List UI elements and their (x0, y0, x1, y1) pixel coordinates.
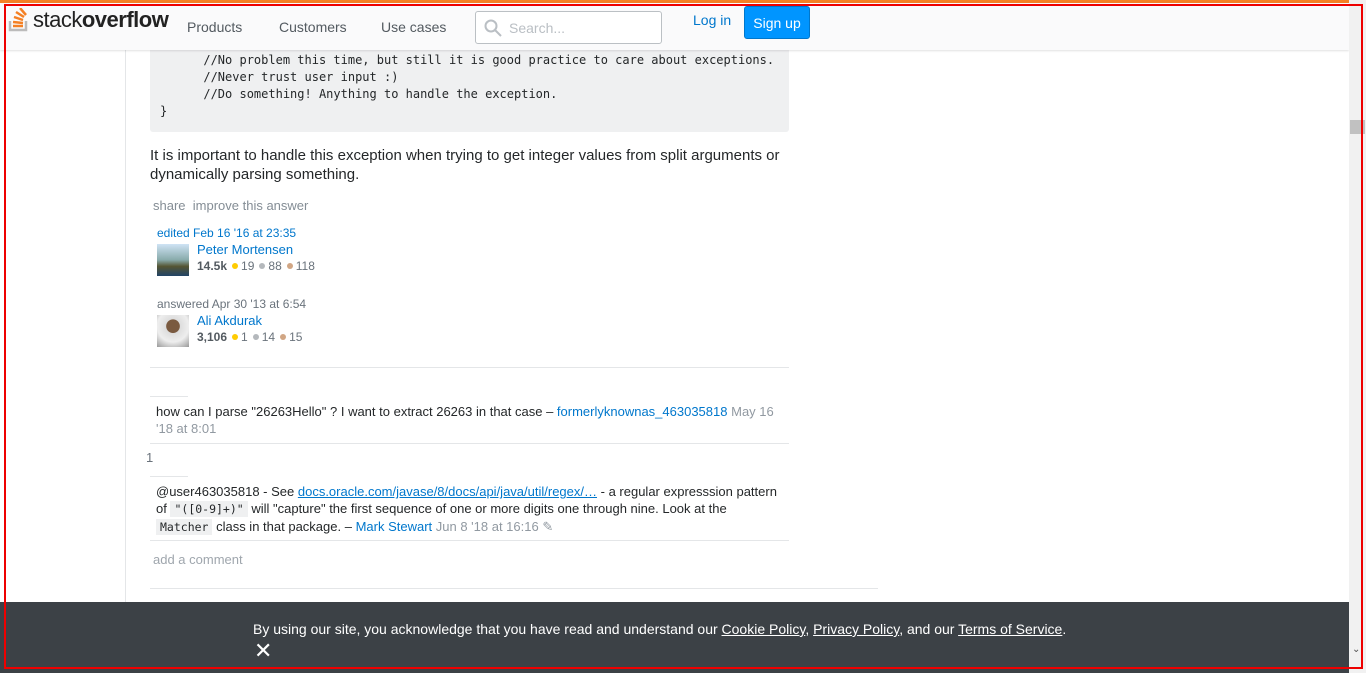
logo-text: stackoverflow (33, 7, 169, 33)
share-link[interactable]: share (153, 198, 186, 213)
avatar[interactable] (157, 315, 189, 347)
edited-timestamp[interactable]: edited Feb 16 '16 at 23:35 (157, 226, 296, 240)
privacy-policy-link[interactable]: Privacy Policy (813, 621, 899, 637)
editor-signature: edited Feb 16 '16 at 23:35 Peter Mortens… (157, 226, 315, 276)
logo-bold: overflow (81, 7, 169, 32)
logo-light: stack (33, 7, 82, 32)
divider (150, 540, 789, 541)
search-placeholder: Search... (509, 19, 566, 36)
code-line: //Do something! Anything to handle the e… (160, 87, 558, 101)
top-bar: stackoverflow Products Customers Use cas… (0, 0, 1349, 50)
post-menu: share improve this answer (153, 198, 308, 213)
search-input[interactable]: Search... (475, 11, 662, 44)
signup-button[interactable]: Sign up (744, 6, 810, 39)
reputation: 3,106 (197, 330, 228, 344)
silver-badge-icon (259, 263, 266, 269)
edited-pencil-icon: ✎ (542, 519, 554, 534)
divider (150, 396, 188, 397)
comment-user[interactable]: Mark Stewart (356, 519, 433, 534)
cookie-message: By using our site, you acknowledge that … (253, 621, 1066, 637)
divider (150, 476, 188, 477)
inline-code: "([0-9]+)" (170, 501, 248, 517)
gold-badge-icon (232, 263, 239, 269)
comment-text: will "capture" the first sequence of one… (247, 501, 727, 516)
gold-count: 19 (241, 259, 255, 273)
bronze-badge-icon (280, 334, 287, 340)
code-line: //Never trust user input :) (160, 70, 399, 84)
comment-date: Jun 8 '18 at 16:16 (435, 519, 539, 534)
editor-reputation: 14.5k 19 88 118 (197, 259, 315, 273)
comment-link[interactable]: docs.oracle.com/javase/8/docs/api/java/u… (298, 484, 597, 499)
nav-customers[interactable]: Customers (279, 19, 347, 35)
comment: how can I parse "26263Hello" ? I want to… (156, 403, 786, 437)
scroll-down-icon[interactable]: ⌄ (1352, 644, 1360, 655)
divider (150, 588, 878, 589)
terms-link[interactable]: Terms of Service (958, 621, 1062, 637)
comment: @user463035818 - See docs.oracle.com/jav… (156, 483, 786, 536)
code-line: //No problem this time, but still it is … (160, 53, 775, 67)
cookie-text: , and our (899, 621, 959, 637)
cookie-banner: By using our site, you acknowledge that … (0, 602, 1349, 673)
bronze-count: 118 (295, 259, 315, 273)
author-name[interactable]: Ali Akdurak (197, 313, 262, 328)
login-link[interactable]: Log in (693, 12, 731, 28)
silver-count: 14 (261, 330, 276, 344)
answered-timestamp: answered Apr 30 '13 at 6:54 (157, 297, 307, 311)
comment-text: @user463035818 - See (156, 484, 298, 499)
editor-name[interactable]: Peter Mortensen (197, 242, 293, 257)
cookie-policy-link[interactable]: Cookie Policy (722, 621, 806, 637)
reputation: 14.5k (197, 259, 228, 273)
left-sidebar-divider (125, 50, 126, 610)
bronze-count: 15 (289, 330, 303, 344)
cookie-text: . (1062, 621, 1067, 637)
gold-count: 1 (241, 330, 248, 344)
code-block: //No problem this time, but still it is … (150, 40, 789, 132)
improve-answer-link[interactable]: improve this answer (193, 198, 309, 213)
code-line: } (160, 104, 168, 118)
avatar[interactable] (157, 244, 189, 276)
bronze-badge-icon (286, 263, 293, 269)
close-icon[interactable]: ✕ (254, 638, 272, 664)
nav-products[interactable]: Products (187, 19, 242, 35)
divider (150, 367, 789, 368)
silver-badge-icon (252, 334, 259, 340)
stackoverflow-logo[interactable]: stackoverflow (8, 7, 169, 33)
add-comment-link[interactable]: add a comment (153, 552, 243, 567)
cookie-text: , (805, 621, 814, 637)
scrollbar[interactable]: ⌄ (1349, 0, 1366, 673)
scrollbar-thumb[interactable] (1350, 120, 1365, 134)
nav-use-cases[interactable]: Use cases (381, 19, 446, 35)
cookie-text: By using our site, you acknowledge that … (253, 621, 722, 637)
search-icon (484, 19, 502, 37)
gold-badge-icon (232, 334, 239, 340)
inline-code: Matcher (156, 519, 213, 535)
silver-count: 88 (268, 259, 282, 273)
divider (150, 443, 789, 444)
comment-user[interactable]: formerlyknownas_463035818 (557, 404, 728, 419)
author-reputation: 3,106 1 14 15 (197, 330, 302, 344)
comment-text: class in that package. – (212, 519, 356, 534)
comment-score: 1 (146, 450, 154, 465)
stack-logo-icon (8, 8, 28, 32)
comment-text: how can I parse "26263Hello" ? I want to… (156, 404, 557, 419)
answer-text: It is important to handle this exception… (150, 147, 780, 183)
author-signature: answered Apr 30 '13 at 6:54 Ali Akdurak … (157, 297, 307, 347)
